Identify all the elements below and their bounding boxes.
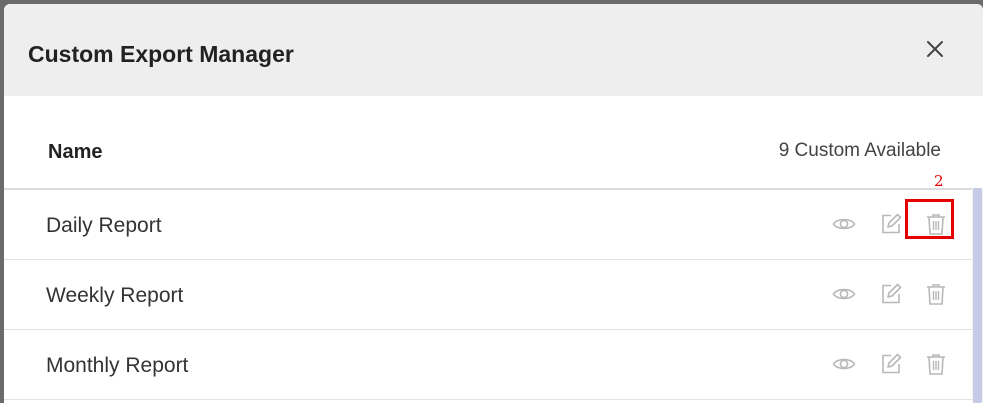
trash-icon bbox=[927, 284, 945, 305]
delete-button[interactable] bbox=[924, 352, 948, 376]
list-item: Weekly Report bbox=[4, 260, 972, 330]
list-item: Monthly Report bbox=[4, 330, 972, 400]
edit-button[interactable] bbox=[879, 282, 903, 306]
close-button[interactable] bbox=[923, 37, 947, 61]
scrollbar-thumb[interactable] bbox=[973, 188, 982, 403]
export-list: Daily Report Weekly Report Monthly Repor… bbox=[4, 190, 983, 400]
delete-button[interactable] bbox=[924, 212, 948, 236]
edit-button[interactable] bbox=[879, 212, 903, 236]
view-button[interactable] bbox=[832, 352, 856, 376]
export-name: Daily Report bbox=[46, 214, 162, 237]
custom-export-manager-dialog: Custom Export Manager Name 9 Custom Avai… bbox=[4, 4, 983, 403]
trash-icon bbox=[927, 214, 945, 235]
dialog-title: Custom Export Manager bbox=[28, 41, 294, 67]
edit-icon bbox=[882, 283, 902, 304]
list-header: Name 9 Custom Available bbox=[4, 96, 983, 190]
view-button[interactable] bbox=[832, 212, 856, 236]
annotation-label: 2 bbox=[934, 172, 944, 190]
close-icon bbox=[927, 41, 943, 57]
eye-icon bbox=[832, 218, 856, 230]
custom-count-label: 9 Custom Available bbox=[778, 140, 941, 161]
export-name: Weekly Report bbox=[46, 284, 184, 307]
export-name: Monthly Report bbox=[46, 354, 189, 377]
eye-icon bbox=[832, 358, 856, 370]
list-item: Daily Report bbox=[4, 190, 972, 260]
edit-icon bbox=[882, 353, 902, 374]
edit-button[interactable] bbox=[879, 352, 903, 376]
edit-icon bbox=[882, 213, 902, 234]
trash-icon bbox=[927, 354, 945, 375]
view-button[interactable] bbox=[832, 282, 856, 306]
eye-icon bbox=[832, 288, 856, 300]
delete-button[interactable] bbox=[924, 282, 948, 306]
name-column-header: Name bbox=[48, 141, 103, 163]
dialog-header: Custom Export Manager bbox=[4, 4, 983, 96]
